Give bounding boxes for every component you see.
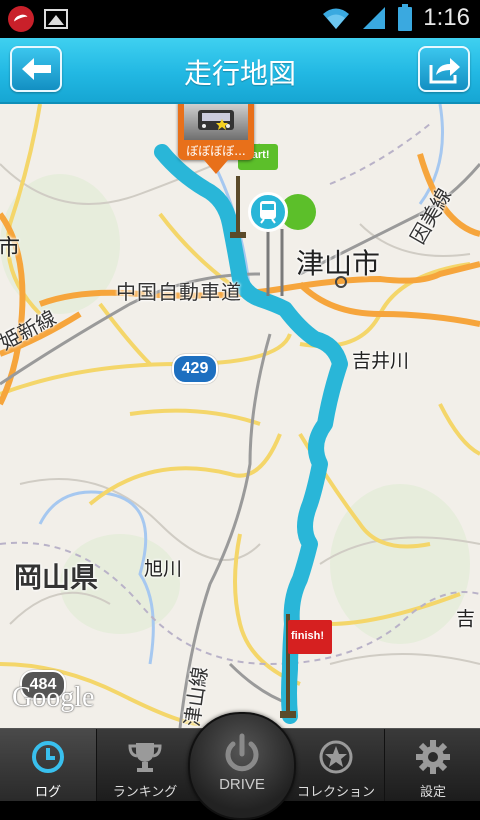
finish-flag-label: finish! — [291, 630, 324, 642]
map-base — [0, 104, 480, 728]
gear-icon — [416, 740, 450, 774]
label-yoshii-river: 吉井川 — [352, 350, 410, 372]
photo-image — [198, 110, 234, 130]
nav-collection[interactable]: コレクション — [288, 729, 384, 801]
nav-settings-label: 設定 — [419, 785, 446, 800]
photo-marker-tail — [204, 160, 228, 174]
drive-button[interactable]: DRIVE — [188, 712, 296, 820]
title-bar: 走行地図 — [0, 38, 480, 104]
star-icon — [319, 740, 353, 774]
photo-marker-label: ぼぼぼぼ... — [186, 144, 246, 158]
clock-text: 1:16 — [423, 4, 470, 31]
share-button[interactable] — [418, 46, 470, 92]
battery-icon — [398, 4, 413, 31]
label-chugoku-expressway: 中国自動車道 — [116, 280, 242, 304]
nav-settings[interactable]: 設定 — [385, 729, 480, 801]
train-station-marker[interactable] — [248, 192, 288, 232]
app-notification-icon — [8, 6, 34, 32]
route-map[interactable]: 津山市 中国自動車道 因美線 姫新線 市 吉井川 旭川 岡山県 津山線 吉 42… — [0, 104, 480, 728]
share-icon — [429, 58, 460, 84]
nav-ranking[interactable]: ランキング — [97, 729, 193, 801]
clock-icon — [32, 741, 64, 773]
label-tsuyama-city: 津山市 — [296, 247, 381, 280]
trophy-icon — [128, 743, 162, 772]
wifi-icon — [323, 8, 350, 29]
status-bar: 1:16 — [0, 0, 480, 38]
nav-ranking-label: ランキング — [112, 785, 178, 800]
nav-log[interactable]: ログ — [0, 729, 96, 801]
label-okayama-pref: 岡山県 — [14, 561, 99, 594]
photo-thumbnail — [184, 104, 248, 140]
label-yoshi-right: 吉 — [456, 608, 476, 630]
drive-label: DRIVE — [219, 776, 265, 793]
page-title: 走行地図 — [183, 57, 296, 90]
label-asahi-river: 旭川 — [144, 558, 183, 580]
finish-flag-icon[interactable]: finish! — [288, 620, 332, 654]
google-attribution: Google — [12, 682, 95, 713]
nav-log-label: ログ — [34, 785, 61, 800]
train-icon — [260, 201, 276, 224]
image-notification-icon — [44, 9, 68, 29]
signal-icon — [363, 7, 386, 29]
power-icon — [225, 733, 259, 772]
label-shi-left: 市 — [0, 236, 21, 261]
route-429-badge: 429 — [172, 354, 218, 384]
nav-collection-label: コレクション — [296, 785, 375, 800]
photo-marker[interactable]: ぼぼぼぼ... — [178, 104, 254, 160]
